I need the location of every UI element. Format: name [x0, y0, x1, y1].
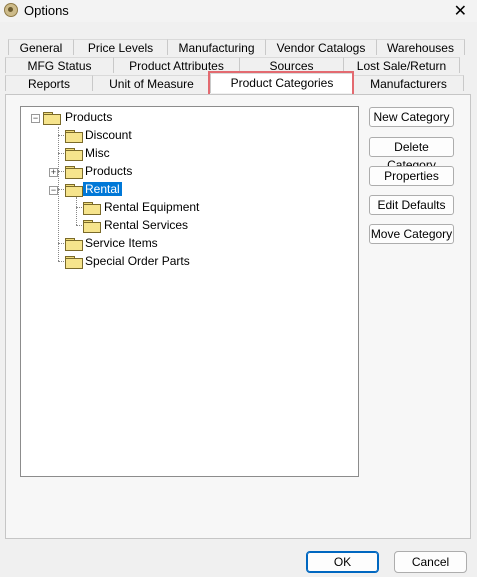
tree-node[interactable]: Discount [21, 127, 321, 145]
category-tree[interactable]: − Products Discount Misc + Products − Re… [20, 106, 359, 477]
move-category-button[interactable]: Move Category [369, 224, 454, 244]
tree-node[interactable]: Rental Equipment [21, 199, 321, 217]
tree-node-label: Rental Equipment [104, 200, 200, 214]
tree-node-label: Rental [83, 182, 122, 196]
tab-product-attributes[interactable]: Product Attributes [113, 57, 239, 73]
tab-sources[interactable]: Sources [239, 57, 343, 73]
folder-icon [65, 130, 83, 143]
tree-node-label: Misc [85, 146, 110, 160]
tab-warehouses[interactable]: Warehouses [376, 39, 465, 55]
folder-icon [43, 112, 61, 125]
title-bar: Options ✕ [0, 0, 477, 22]
tree-node-label: Discount [85, 128, 132, 142]
tab-reports[interactable]: Reports [5, 75, 92, 91]
collapse-icon[interactable]: − [31, 114, 40, 123]
tree-node[interactable]: Misc [21, 145, 321, 163]
folder-icon [65, 256, 83, 269]
tab-mfg-status[interactable]: MFG Status [5, 57, 113, 73]
tree-node[interactable]: − Products [21, 109, 321, 127]
tab-manufacturers[interactable]: Manufacturers [353, 75, 464, 91]
expand-icon[interactable]: + [49, 168, 58, 177]
tab-product-categories[interactable]: Product Categories [210, 73, 353, 93]
tree-node-selected[interactable]: − Rental [21, 181, 321, 199]
open-folder-icon [65, 184, 83, 197]
delete-category-button[interactable]: Delete Category [369, 137, 454, 172]
window-title: Options [24, 3, 69, 18]
tab-vendor-catalogs[interactable]: Vendor Catalogs [265, 39, 376, 55]
tree-node-label: Special Order Parts [85, 254, 190, 268]
tree-node-label: Service Items [85, 236, 158, 250]
tree-node[interactable]: + Products [21, 163, 321, 181]
edit-defaults-button[interactable]: Edit Defaults [369, 195, 454, 215]
tab-general[interactable]: General [8, 39, 73, 55]
tree-node[interactable]: Special Order Parts [21, 253, 321, 271]
tab-price-levels[interactable]: Price Levels [73, 39, 167, 55]
tree-node[interactable]: Rental Services [21, 217, 321, 235]
tree-node[interactable]: Service Items [21, 235, 321, 253]
new-category-button[interactable]: New Category [369, 107, 454, 127]
folder-icon [65, 238, 83, 251]
cancel-button[interactable]: Cancel [394, 551, 467, 573]
tab-unit-of-measure[interactable]: Unit of Measure [92, 75, 210, 91]
properties-button[interactable]: Properties [369, 166, 454, 186]
tab-lost-sale-return[interactable]: Lost Sale/Return [343, 57, 460, 73]
close-icon[interactable]: ✕ [454, 1, 467, 21]
ok-button[interactable]: OK [306, 551, 379, 573]
tree-node-label: Products [65, 110, 113, 124]
folder-icon [83, 202, 101, 215]
collapse-icon[interactable]: − [49, 186, 58, 195]
tab-manufacturing[interactable]: Manufacturing [167, 39, 265, 55]
folder-icon [65, 166, 83, 179]
tree-node-label: Products [85, 164, 133, 178]
folder-icon [65, 148, 83, 161]
folder-icon [83, 220, 101, 233]
app-icon [4, 3, 18, 17]
tree-node-label: Rental Services [104, 218, 189, 232]
